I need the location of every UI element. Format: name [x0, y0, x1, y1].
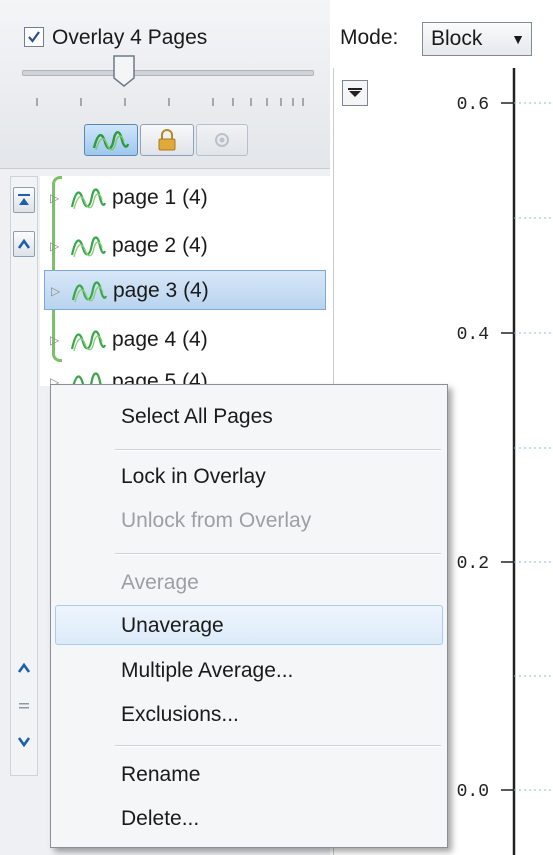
y-tick-label: 0.2 [457, 554, 489, 574]
overlay-slider-track[interactable] [22, 70, 314, 76]
overlay-mode-button[interactable] [84, 124, 138, 156]
slider-tick [302, 98, 304, 106]
expand-icon[interactable]: ▷ [51, 271, 60, 311]
scroll-to-top-icon [18, 194, 30, 205]
y-tick-label: 0.0 [457, 782, 489, 802]
menu-separator [115, 449, 441, 451]
chevron-up-icon [17, 662, 31, 673]
menu-item-label: Exclusions... [121, 703, 239, 726]
menu-select-all-pages[interactable]: Select All Pages [55, 397, 443, 437]
page-row-selected[interactable]: ▷ page 3 (4) [44, 270, 326, 310]
slider-tick [250, 98, 252, 106]
y-tick-label: 0.4 [457, 325, 489, 345]
scroll-top-button[interactable] [13, 187, 35, 213]
slider-tick [124, 98, 126, 106]
scroll-grip[interactable] [13, 693, 35, 719]
context-menu: Select All Pages Lock in Overlay Unlock … [50, 384, 448, 848]
slider-tick [266, 98, 268, 106]
page-row[interactable]: ▷ page 4 (4) [44, 320, 326, 360]
circle-icon [215, 133, 229, 147]
page-up-button[interactable] [13, 655, 35, 681]
dropdown-arrow-icon [348, 88, 362, 97]
expand-icon[interactable]: ▷ [50, 226, 59, 266]
list-scroll-controls [10, 176, 38, 776]
wave-icon [70, 188, 106, 210]
slider-tick [168, 98, 170, 106]
menu-lock-in-overlay[interactable]: Lock in Overlay [55, 457, 443, 497]
slider-tick [80, 98, 82, 106]
expand-icon[interactable]: ▷ [50, 178, 59, 218]
wave-icon [71, 281, 107, 303]
lock-icon [158, 129, 176, 151]
slider-tick [232, 98, 234, 106]
menu-separator [115, 553, 441, 555]
menu-item-label: Rename [121, 763, 201, 786]
wave-icon [70, 330, 106, 352]
menu-multiple-average[interactable]: Multiple Average... [55, 651, 443, 691]
chart-menu-button[interactable] [342, 80, 368, 106]
menu-item-label: Select All Pages [121, 405, 273, 428]
menu-separator [115, 745, 441, 747]
overlay-checkbox[interactable] [24, 27, 44, 47]
page-label: page 4 (4) [112, 328, 208, 351]
mode-value: Block [431, 27, 483, 50]
menu-item-label: Average [121, 571, 199, 594]
lock-button[interactable] [140, 124, 194, 156]
wave-icon [92, 131, 130, 151]
menu-unaverage[interactable]: Unaverage [55, 605, 443, 645]
menu-delete[interactable]: Delete... [55, 799, 443, 839]
page-row[interactable]: ▷ page 1 (4) [44, 178, 326, 218]
overlay-label: Overlay 4 Pages [52, 26, 208, 49]
chevron-up-icon [17, 238, 31, 249]
menu-item-label: Unaverage [121, 614, 224, 637]
menu-exclusions[interactable]: Exclusions... [55, 695, 443, 735]
y-tick-label: 0.6 [457, 95, 489, 115]
overlay-controls: Overlay 4 Pages [0, 0, 330, 169]
unlock-button[interactable] [196, 124, 248, 156]
slider-tick [36, 98, 38, 106]
slider-tick [212, 98, 214, 106]
menu-unlock-from-overlay[interactable]: Unlock from Overlay [55, 501, 443, 541]
scroll-up-button[interactable] [13, 231, 35, 257]
page-label: page 2 (4) [112, 234, 208, 257]
overlay-slider-thumb[interactable] [112, 54, 136, 88]
slider-tick [280, 98, 282, 106]
slider-ticks [22, 98, 312, 108]
check-icon [28, 31, 40, 43]
mode-label: Mode: [340, 26, 399, 49]
page-label: page 1 (4) [112, 186, 208, 209]
page-down-button[interactable] [13, 729, 35, 755]
wave-icon [70, 236, 106, 258]
expand-icon[interactable]: ▷ [50, 320, 59, 360]
chevron-down-icon [17, 737, 31, 748]
dropdown-arrow-icon: ▼ [511, 31, 525, 47]
page-label: page 3 (4) [113, 279, 209, 302]
menu-item-label: Multiple Average... [121, 659, 294, 682]
menu-item-label: Lock in Overlay [121, 465, 266, 488]
mode-dropdown[interactable]: Block ▼ [422, 22, 532, 56]
menu-item-label: Delete... [121, 807, 200, 830]
grip-icon [19, 703, 29, 709]
menu-average[interactable]: Average [55, 563, 443, 603]
menu-rename[interactable]: Rename [55, 755, 443, 795]
menu-item-label: Unlock from Overlay [121, 509, 312, 532]
slider-tick [292, 98, 294, 106]
page-row[interactable]: ▷ page 2 (4) [44, 226, 326, 266]
